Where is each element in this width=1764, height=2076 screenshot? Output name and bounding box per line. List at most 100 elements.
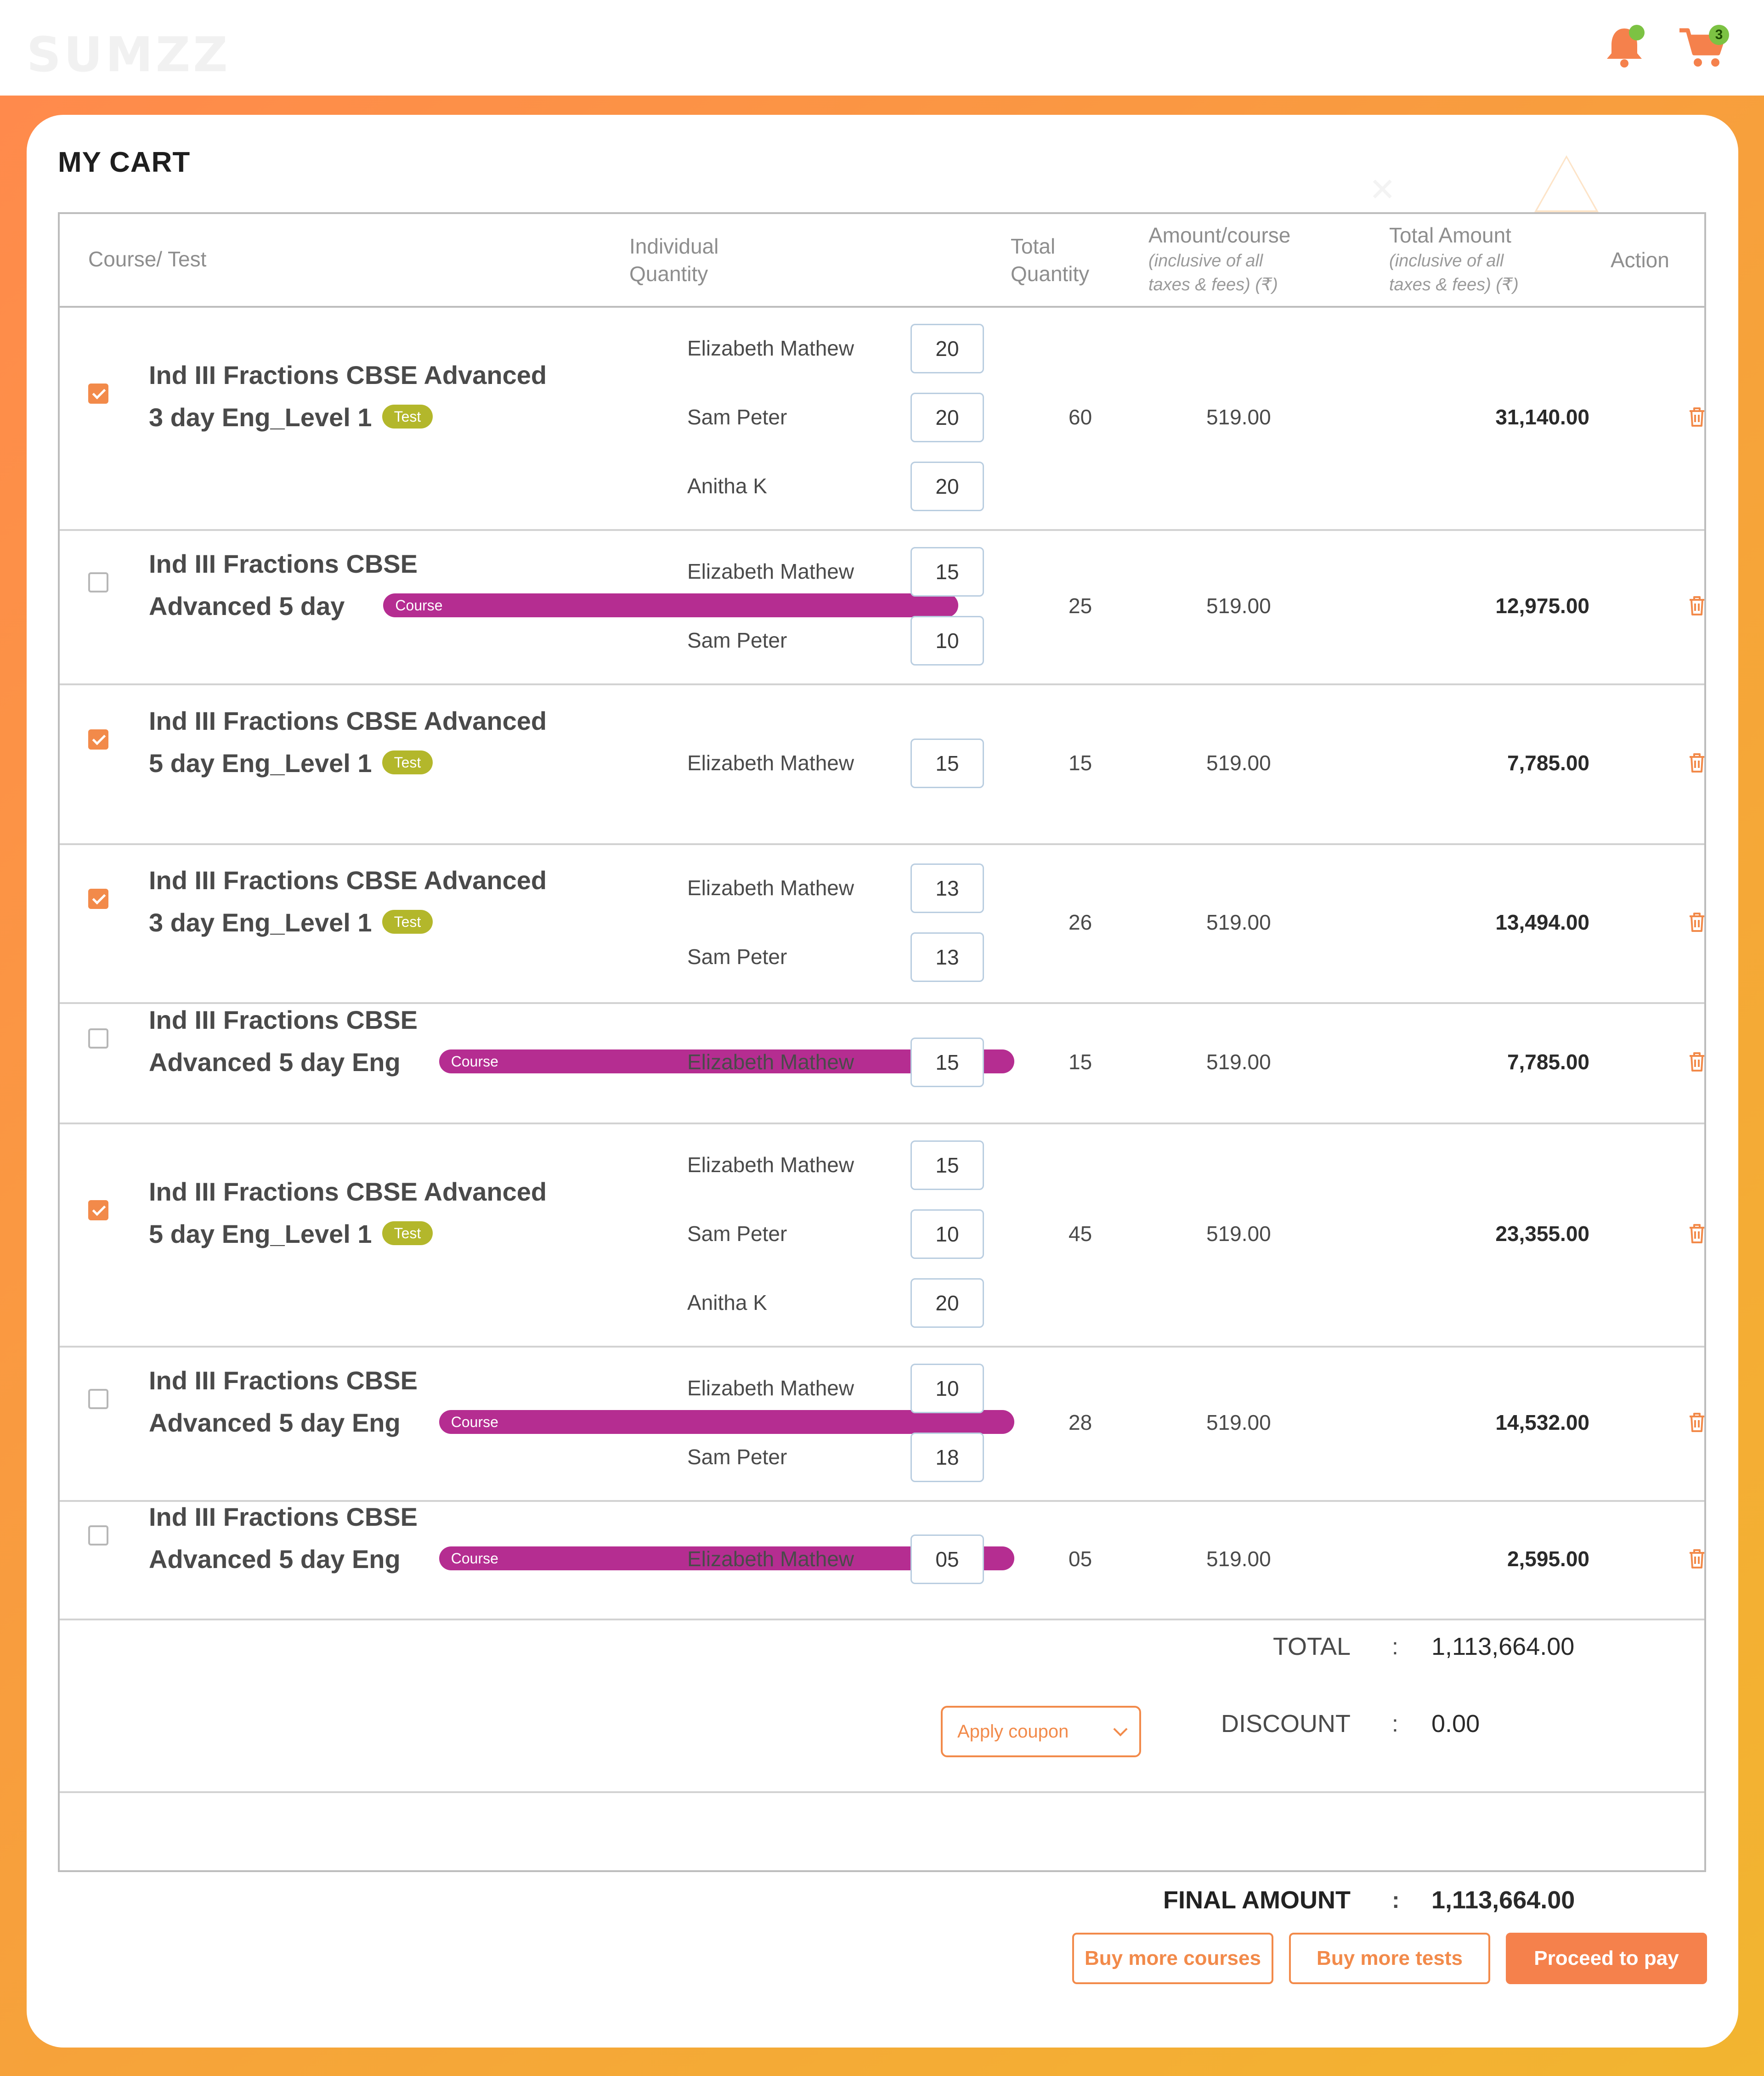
individual-quantity-input[interactable]: 10: [910, 1364, 984, 1413]
row-checkbox[interactable]: [88, 1028, 108, 1049]
delete-trash-icon[interactable]: [1688, 1051, 1706, 1072]
person-name: Sam Peter: [687, 405, 787, 429]
amount-per-course: 519.00: [1206, 1547, 1271, 1571]
course-title-line1: Ind III Fractions CBSE Advanced: [149, 706, 547, 735]
delete-trash-icon[interactable]: [1688, 1548, 1706, 1569]
individual-quantity-input[interactable]: 20: [910, 324, 984, 373]
course-title-line2: 3 day Eng_Level 1: [149, 908, 372, 937]
table-row: Ind III Fractions CBSE Advanced 3 day Eng…: [60, 843, 1704, 1004]
total-quantity: 45: [1069, 1222, 1092, 1246]
person-name: Sam Peter: [687, 1222, 787, 1246]
buy-more-courses-button[interactable]: Buy more courses: [1072, 1933, 1273, 1984]
individual-quantity-input[interactable]: 10: [910, 1209, 984, 1259]
row-checkbox[interactable]: [88, 572, 108, 592]
individual-quantity-input[interactable]: 20: [910, 462, 984, 511]
row-checkbox[interactable]: [88, 1200, 108, 1220]
top-bar: SUMZZ 3: [0, 0, 1764, 96]
person-name: Elizabeth Mathew: [687, 751, 854, 775]
total-quantity: 28: [1069, 1410, 1092, 1434]
col-total-quantity: Total Quantity: [1011, 232, 1089, 288]
test-tag-badge: Test: [382, 405, 433, 429]
course-title-line2-wrap: Advanced 5 day Eng Course: [149, 1538, 1014, 1580]
final-amount-label: FINAL AMOUNT: [1163, 1886, 1351, 1914]
row-total-amount: 7,785.00: [1507, 1050, 1589, 1074]
individual-quantity-input[interactable]: 20: [910, 1278, 984, 1328]
total-quantity: 05: [1069, 1547, 1092, 1571]
row-total-amount: 31,140.00: [1495, 405, 1589, 429]
table-row: Ind III Fractions CBSE Advanced 5 day Eng…: [60, 1002, 1704, 1124]
cart-icon[interactable]: 3: [1678, 24, 1729, 70]
course-title-line2: 5 day Eng_Level 1: [149, 749, 372, 778]
delete-trash-icon[interactable]: [1688, 1223, 1706, 1244]
delete-trash-icon[interactable]: [1688, 406, 1706, 428]
apply-coupon-dropdown[interactable]: Apply coupon: [941, 1706, 1141, 1757]
amount-per-course: 519.00: [1206, 594, 1271, 618]
apply-coupon-label: Apply coupon: [957, 1721, 1069, 1742]
amount-per-course: 519.00: [1206, 751, 1271, 775]
buy-more-tests-button[interactable]: Buy more tests: [1289, 1933, 1490, 1984]
test-tag-badge: Test: [382, 910, 433, 934]
col-course-test: Course/ Test: [88, 247, 207, 271]
course-title-line2: Advanced 5 day Eng: [149, 1545, 401, 1574]
person-name: Elizabeth Mathew: [687, 1376, 854, 1400]
individual-quantity-input[interactable]: 15: [910, 1140, 984, 1190]
amount-per-course: 519.00: [1206, 1050, 1271, 1074]
course-title-line2-wrap: 5 day Eng_Level 1 Test: [149, 742, 433, 784]
course-title-line1: Ind III Fractions CBSE Advanced: [149, 361, 547, 389]
person-name: Elizabeth Mathew: [687, 559, 854, 583]
course-tag-badge: Course: [439, 1410, 1014, 1434]
individual-quantity-input[interactable]: 13: [910, 932, 984, 982]
individual-quantity-input[interactable]: 05: [910, 1534, 984, 1584]
individual-quantity-input[interactable]: 15: [910, 547, 984, 597]
individual-quantity-input[interactable]: 13: [910, 863, 984, 913]
col-total-quantity-line1: Total: [1011, 234, 1056, 258]
course-tag-badge: Course: [383, 593, 959, 618]
course-title-line2-wrap: Advanced 5 day Eng Course: [149, 1402, 1014, 1444]
final-amount-divider: [60, 1791, 1704, 1793]
course-title-line2-wrap: 3 day Eng_Level 1 Test: [149, 902, 433, 944]
delete-trash-icon[interactable]: [1688, 912, 1706, 933]
col-individual-quantity: Individual Quantity: [629, 232, 718, 288]
amount-per-course: 519.00: [1206, 405, 1271, 429]
col-action: Action: [1611, 248, 1669, 272]
row-checkbox[interactable]: [88, 889, 108, 909]
course-title-line2-wrap: 3 day Eng_Level 1 Test: [149, 396, 433, 439]
individual-quantity-input[interactable]: 18: [910, 1433, 984, 1482]
notification-bell-icon[interactable]: [1601, 24, 1647, 70]
individual-quantity-input[interactable]: 15: [910, 1038, 984, 1087]
row-checkbox[interactable]: [88, 1525, 108, 1546]
delete-trash-icon[interactable]: [1688, 752, 1706, 773]
final-colon: :: [1392, 1887, 1400, 1913]
individual-quantity-input[interactable]: 15: [910, 739, 984, 788]
page-title: MY CART: [58, 147, 191, 178]
row-total-amount: 12,975.00: [1495, 594, 1589, 618]
test-tag-badge: Test: [382, 1221, 433, 1246]
app-logo[interactable]: SUMZZ: [27, 27, 231, 83]
delete-trash-icon[interactable]: [1688, 595, 1706, 616]
course-title-line2: 5 day Eng_Level 1: [149, 1219, 372, 1248]
amount-per-course: 519.00: [1206, 1410, 1271, 1434]
total-quantity: 26: [1069, 910, 1092, 934]
row-total-amount: 14,532.00: [1495, 1410, 1589, 1434]
person-name: Anitha K: [687, 474, 767, 498]
course-title-line2: Advanced 5 day: [149, 592, 345, 621]
table-row: Ind III Fractions CBSE Advanced 5 day Eng…: [60, 1346, 1704, 1502]
proceed-to-pay-button[interactable]: Proceed to pay: [1506, 1933, 1707, 1984]
row-checkbox[interactable]: [88, 1389, 108, 1409]
person-name: Sam Peter: [687, 945, 787, 969]
col-total-sub2: taxes & fees) (₹): [1389, 275, 1519, 294]
table-row: Ind III Fractions CBSE Advanced 5 day Eng…: [60, 683, 1704, 845]
individual-quantity-input[interactable]: 20: [910, 393, 984, 442]
row-checkbox[interactable]: [88, 384, 108, 404]
person-name: Anitha K: [687, 1291, 767, 1314]
person-name: Elizabeth Mathew: [687, 336, 854, 360]
row-checkbox[interactable]: [88, 729, 108, 750]
individual-quantity-input[interactable]: 10: [910, 616, 984, 666]
delete-trash-icon[interactable]: [1688, 1412, 1706, 1433]
row-total-amount: 13,494.00: [1495, 910, 1589, 934]
col-total-amount: Total Amount (inclusive of all taxes & f…: [1389, 221, 1519, 297]
row-total-amount: 7,785.00: [1507, 751, 1589, 775]
cart-table: Course/ Test Individual Quantity Total Q…: [58, 212, 1706, 1914]
total-quantity: 25: [1069, 594, 1092, 618]
row-total-amount: 2,595.00: [1507, 1547, 1589, 1571]
